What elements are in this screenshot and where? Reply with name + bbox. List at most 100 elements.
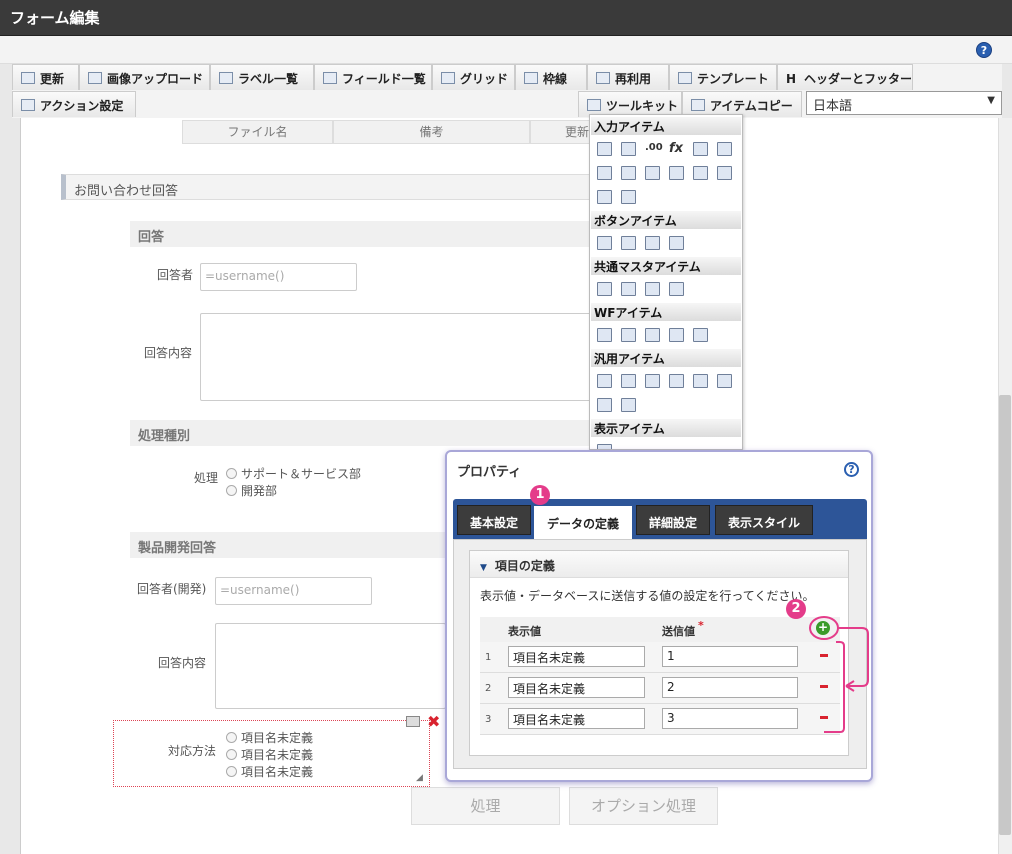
upload-icon[interactable]	[597, 190, 612, 204]
send-value-input[interactable]: 3	[662, 708, 798, 729]
palette-category-general[interactable]: 汎用アイテム	[591, 349, 741, 367]
import-icon[interactable]	[717, 374, 732, 388]
number-icon[interactable]: .00	[645, 142, 663, 156]
resize-handle-icon[interactable]: ◢	[416, 773, 423, 783]
palette-category-wf[interactable]: WFアイテム	[591, 303, 741, 321]
search-icon[interactable]	[669, 374, 684, 388]
process-label: 処理	[194, 471, 219, 485]
dropdown-icon[interactable]	[693, 166, 708, 180]
update-button[interactable]: 更新	[12, 64, 79, 90]
panel-icon[interactable]	[597, 398, 612, 412]
item-definition-panel: ▼ 項目の定義 表示値・データベースに送信する値の設定を行ってください。 表示値 …	[469, 550, 849, 756]
display-value-input[interactable]: 項目名未定義	[508, 677, 645, 698]
document-icon[interactable]	[621, 374, 636, 388]
method-option[interactable]: 項目名未定義	[226, 763, 313, 780]
textbox-icon[interactable]	[621, 142, 636, 156]
method-option[interactable]: 項目名未定義	[226, 746, 313, 763]
chart-icon[interactable]	[621, 398, 636, 412]
stamp-icon[interactable]	[693, 328, 708, 342]
arrow-left-icon[interactable]	[645, 236, 660, 250]
definition-row: 2 項目名未定義 2	[480, 673, 840, 704]
process-option-dev[interactable]: 開発部	[226, 482, 277, 499]
clipboard-icon[interactable]	[597, 328, 612, 342]
calendar-icon[interactable]	[717, 142, 732, 156]
tab-detail-settings[interactable]: 詳細設定	[636, 505, 711, 535]
send-value-input[interactable]: 1	[662, 646, 798, 667]
label-list-button[interactable]: ラベル一覧	[210, 64, 314, 90]
field-settings-icon[interactable]	[406, 716, 420, 727]
formula-icon[interactable]: fx	[669, 141, 684, 156]
history-icon[interactable]	[669, 328, 684, 342]
method-option[interactable]: 項目名未定義	[226, 729, 313, 746]
image-upload-button[interactable]: 画像アップロード	[79, 64, 210, 90]
textbox-icon[interactable]	[597, 142, 612, 156]
hidden-field-icon[interactable]	[597, 374, 612, 388]
template-button[interactable]: テンプレート	[669, 64, 777, 90]
image-icon[interactable]	[645, 328, 660, 342]
header-footer-button[interactable]: H ヘッダーとフッター	[777, 64, 913, 90]
radio-button-icon[interactable]	[669, 166, 684, 180]
help-bar: ?	[0, 36, 1012, 64]
response-textarea[interactable]	[200, 313, 591, 401]
border-icon	[524, 72, 538, 84]
table-icon[interactable]	[621, 190, 636, 204]
group-icon[interactable]	[669, 282, 684, 296]
tab-basic-settings[interactable]: 基本設定	[457, 505, 532, 535]
scrollbar-thumb[interactable]	[999, 395, 1011, 835]
subsection-process-type: 処理種別	[130, 420, 591, 446]
selected-radio-field[interactable]: 対応方法 項目名未定義 項目名未定義 項目名未定義 ✖ ◢	[113, 712, 440, 787]
dev-responder-label: 回答者(開発)	[137, 582, 207, 596]
definition-row: 1 項目名未定義 1	[480, 642, 840, 673]
item-copy-icon	[691, 99, 705, 111]
option-process-button[interactable]: オプション処理	[569, 787, 718, 825]
grid-button[interactable]: グリッド	[432, 64, 515, 90]
process-button[interactable]: 処理	[411, 787, 560, 825]
building-icon[interactable]	[621, 282, 636, 296]
export-icon[interactable]	[693, 374, 708, 388]
display-value-input[interactable]: 項目名未定義	[508, 646, 645, 667]
listbox-icon[interactable]	[717, 166, 732, 180]
dialog-help-icon[interactable]: ?	[844, 462, 859, 477]
org-icon[interactable]	[645, 282, 660, 296]
dev-response-label: 回答内容	[158, 656, 207, 670]
subsection-answer: 回答	[130, 221, 591, 247]
tab-bar: 基本設定 データの定義 詳細設定 表示スタイル	[453, 499, 867, 539]
camera-icon[interactable]	[645, 374, 660, 388]
border-button[interactable]: 枠線	[515, 64, 587, 90]
field-list-label: フィールド一覧	[342, 72, 426, 86]
list-icon[interactable]	[621, 166, 636, 180]
help-icon[interactable]: ?	[976, 42, 992, 58]
arrow-right-icon[interactable]	[621, 236, 636, 250]
process-option-support[interactable]: サポート＆サービス部	[226, 465, 361, 482]
button-icon[interactable]	[597, 236, 612, 250]
select-icon[interactable]	[597, 166, 612, 180]
item-definition-header[interactable]: ▼ 項目の定義	[470, 551, 848, 578]
item-palette: 入力アイテム .00 fx ボタンアイテム 共通マスタアイテム WFアイテム 汎…	[589, 114, 743, 450]
image-upload-label: 画像アップロード	[107, 72, 204, 86]
action-settings-button[interactable]: アクション設定	[12, 91, 136, 117]
dev-response-textarea[interactable]	[215, 623, 446, 709]
responder-input[interactable]: =username()	[200, 263, 357, 291]
dev-responder-input[interactable]: =username()	[215, 577, 372, 605]
tab-data-definition[interactable]: データの定義	[534, 506, 633, 539]
action-settings-icon	[21, 99, 35, 111]
user-icon[interactable]	[597, 282, 612, 296]
back-icon[interactable]	[669, 236, 684, 250]
responder-label: 回答者	[157, 268, 194, 282]
field-list-button[interactable]: フィールド一覧	[314, 64, 432, 90]
palette-category-display[interactable]: 表示アイテム	[591, 419, 741, 437]
checkbox-icon[interactable]	[645, 166, 660, 180]
grid-header-note: 備考	[333, 120, 530, 144]
delete-icon[interactable]: ✖	[427, 712, 440, 731]
palette-category-input[interactable]: 入力アイテム	[591, 117, 741, 135]
send-value-input[interactable]: 2	[662, 677, 798, 698]
display-value-input[interactable]: 項目名未定義	[508, 708, 645, 729]
language-select[interactable]: 日本語 ▼	[806, 91, 1002, 115]
palette-category-button[interactable]: ボタンアイテム	[591, 211, 741, 229]
calendar-icon[interactable]	[693, 142, 708, 156]
palette-category-master[interactable]: 共通マスタアイテム	[591, 257, 741, 275]
paperclip-icon[interactable]	[621, 328, 636, 342]
tab-display-style[interactable]: 表示スタイル	[715, 505, 814, 535]
reuse-button[interactable]: 再利用	[587, 64, 669, 90]
chevron-down-icon: ▼	[987, 95, 995, 106]
